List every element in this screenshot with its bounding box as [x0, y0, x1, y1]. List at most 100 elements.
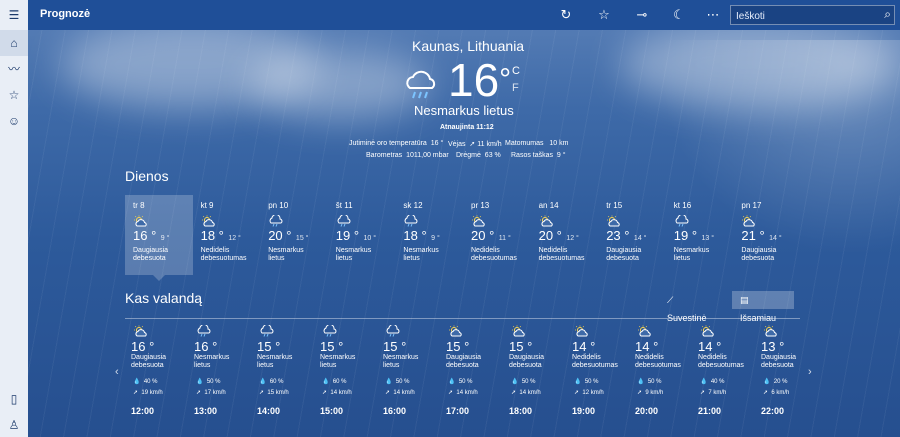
raindrop-icon: 💧 [259, 379, 267, 385]
day-low: 13 ° [701, 235, 715, 242]
location-name: Kaunas, Lithuania [412, 38, 525, 54]
hour-temp: 14 ° [635, 339, 659, 354]
wind-arrow-icon: ➚ [700, 390, 706, 396]
search-icon[interactable]: ⌕ [884, 7, 891, 22]
feels-like: Jutiminė oro temperatūra 16 ° [349, 140, 444, 147]
rain-icon [674, 214, 690, 227]
day-name: pn 17 [741, 201, 762, 210]
more-options-icon[interactable]: ⋯ [704, 6, 722, 24]
day-card[interactable]: pn 10 20 ° 15 ° Nesmarkus lietus [260, 195, 328, 275]
hour-time: 16:00 [383, 406, 407, 416]
day-high: 21 ° [741, 228, 765, 243]
day-card[interactable]: tr 15 23 ° 14 ° Daugiausia debesuota [598, 195, 666, 275]
hamburger-menu-icon[interactable]: ☰ [0, 2, 28, 28]
hour-condition: Daugiausia debesuota [446, 354, 482, 369]
raindrop-icon: 💧 [196, 379, 204, 385]
hour-wind: ➚ 15 km/h [259, 390, 289, 396]
account-icon[interactable]: ♙ [0, 412, 28, 437]
hour-condition: Nesmarkus lietus [257, 354, 293, 369]
day-condition: Nesmarkus lietus [335, 247, 372, 262]
charts-icon[interactable]: 〰 [0, 56, 28, 82]
phone-icon[interactable]: ▯ [0, 386, 28, 412]
partly-cloudy-icon [606, 214, 622, 227]
details-button[interactable]: ▤ Išsamiau [732, 291, 794, 323]
hour-wind: ➚ 14 km/h [448, 390, 478, 396]
wind-arrow-icon: ➚ [196, 390, 202, 396]
rain-icon [336, 214, 352, 227]
hour-condition: Daugiausia debesuota [761, 354, 797, 369]
partly-cloudy-icon [471, 214, 487, 227]
daily-section-title: Dienos [125, 168, 169, 184]
day-card[interactable]: sk 12 18 ° 9 ° Nesmarkus lietus [395, 195, 463, 275]
search-input[interactable] [731, 7, 871, 26]
favorites-list-icon[interactable]: ☆ [0, 82, 28, 108]
chart-line-icon: ⟋ [667, 295, 674, 305]
hour-column: 14 ° Nedidelis debesuotumas 💧 50 % ➚ 12 km/h… [566, 324, 626, 416]
hour-temp: 15 ° [446, 339, 470, 354]
day-high: 20 ° [471, 228, 495, 243]
unit-fahrenheit[interactable]: F [512, 82, 519, 94]
day-name: tr 8 [133, 201, 145, 210]
home-icon[interactable]: ⌂ [0, 30, 28, 56]
day-card[interactable]: pn 17 21 ° 14 ° Daugiausia debesuota [733, 195, 801, 275]
summary-button[interactable]: ⟋ Suvestinė [659, 291, 723, 323]
hour-column: 15 ° Daugiausia debesuota 💧 50 % ➚ 14 km/h 17… [440, 324, 500, 416]
day-name: pr 13 [471, 201, 490, 210]
rain-cloud-icon [406, 70, 436, 99]
hour-time: 13:00 [194, 406, 218, 416]
hour-time: 18:00 [509, 406, 533, 416]
hour-temp: 16 ° [131, 339, 155, 354]
day-condition: Nedidelis debesuotumas [538, 247, 585, 262]
hour-precip: 💧 50 % [385, 379, 410, 385]
wind: Vėjas ➚ 11 km/h [448, 141, 502, 148]
hour-time: 12:00 [131, 406, 155, 416]
day-low: 9 ° [160, 235, 170, 242]
partly-cloudy-icon [133, 324, 149, 337]
smiley-icon[interactable]: ☺ [0, 108, 28, 134]
partly-cloudy-icon [539, 214, 555, 227]
hour-condition: Nesmarkus lietus [383, 354, 419, 369]
day-condition: Nesmarkus lietus [268, 247, 304, 262]
pin-icon[interactable]: ⊸ [633, 6, 651, 24]
day-card[interactable]: št 11 19 ° 10 ° Nesmarkus lietus [328, 195, 396, 275]
wind-arrow-icon: ➚ [322, 390, 328, 396]
hour-precip: 💧 60 % [322, 379, 347, 385]
visibility: Matomumas 10 km [505, 140, 569, 147]
unit-celsius[interactable]: C [512, 65, 520, 77]
hour-wind: ➚ 6 km/h [763, 390, 790, 396]
day-temps: 20 ° 11 ° [471, 227, 531, 245]
day-card[interactable]: kt 9 18 ° 12 ° Nedidelis debesuotumas [193, 195, 261, 275]
hour-column: 15 ° Nesmarkus lietus 💧 60 % ➚ 15 km/h 14:00 [251, 324, 311, 416]
day-card[interactable]: an 14 20 ° 12 ° Nedidelis debesuotumas [531, 195, 599, 275]
hour-column: 16 ° Nesmarkus lietus 💧 50 % ➚ 17 km/h 13:00 [188, 324, 248, 416]
day-temps: 20 ° 12 ° [539, 227, 599, 245]
wind-arrow-icon: ➚ [574, 390, 580, 396]
hour-condition: Nesmarkus lietus [320, 354, 356, 369]
hour-condition: Nedidelis debesuotumas [572, 354, 618, 369]
hour-precip: 💧 60 % [259, 379, 284, 385]
chevron-left-icon[interactable]: ‹ [115, 366, 119, 378]
day-condition: Daugiausia debesuota [133, 247, 169, 262]
partly-cloudy-icon [511, 324, 527, 337]
day-condition: Nedidelis debesuotumas [200, 247, 247, 262]
day-card[interactable]: kt 16 19 ° 13 ° Nesmarkus lietus [666, 195, 734, 275]
hour-column: 14 ° Nedidelis debesuotumas 💧 40 % ➚ 7 km/h 2… [692, 324, 752, 416]
day-card[interactable]: pr 13 20 ° 11 ° Nedidelis debesuotumas [463, 195, 531, 275]
hour-condition: Nedidelis debesuotumas [698, 354, 744, 369]
wind-arrow-icon: ➚ [259, 390, 265, 396]
raindrop-icon: 💧 [133, 379, 141, 385]
day-name: št 11 [335, 201, 353, 210]
hour-precip: 💧 50 % [574, 379, 599, 385]
day-temps: 18 ° 9 ° [403, 227, 463, 245]
favorite-star-icon[interactable]: ☆ [595, 6, 613, 24]
day-name: kt 9 [200, 201, 214, 210]
day-card[interactable]: tr 8 16 ° 9 ° Daugiausia debesuota [125, 195, 193, 275]
day-condition: Nesmarkus lietus [403, 247, 439, 262]
selected-day-caret [153, 275, 165, 281]
list-icon: ▤ [740, 295, 749, 305]
raindrop-icon: 💧 [763, 379, 771, 385]
hour-temp: 15 ° [320, 339, 344, 354]
moon-icon[interactable]: ☾ [670, 6, 688, 24]
refresh-icon[interactable]: ↻ [557, 6, 575, 24]
hour-time: 14:00 [257, 406, 281, 416]
